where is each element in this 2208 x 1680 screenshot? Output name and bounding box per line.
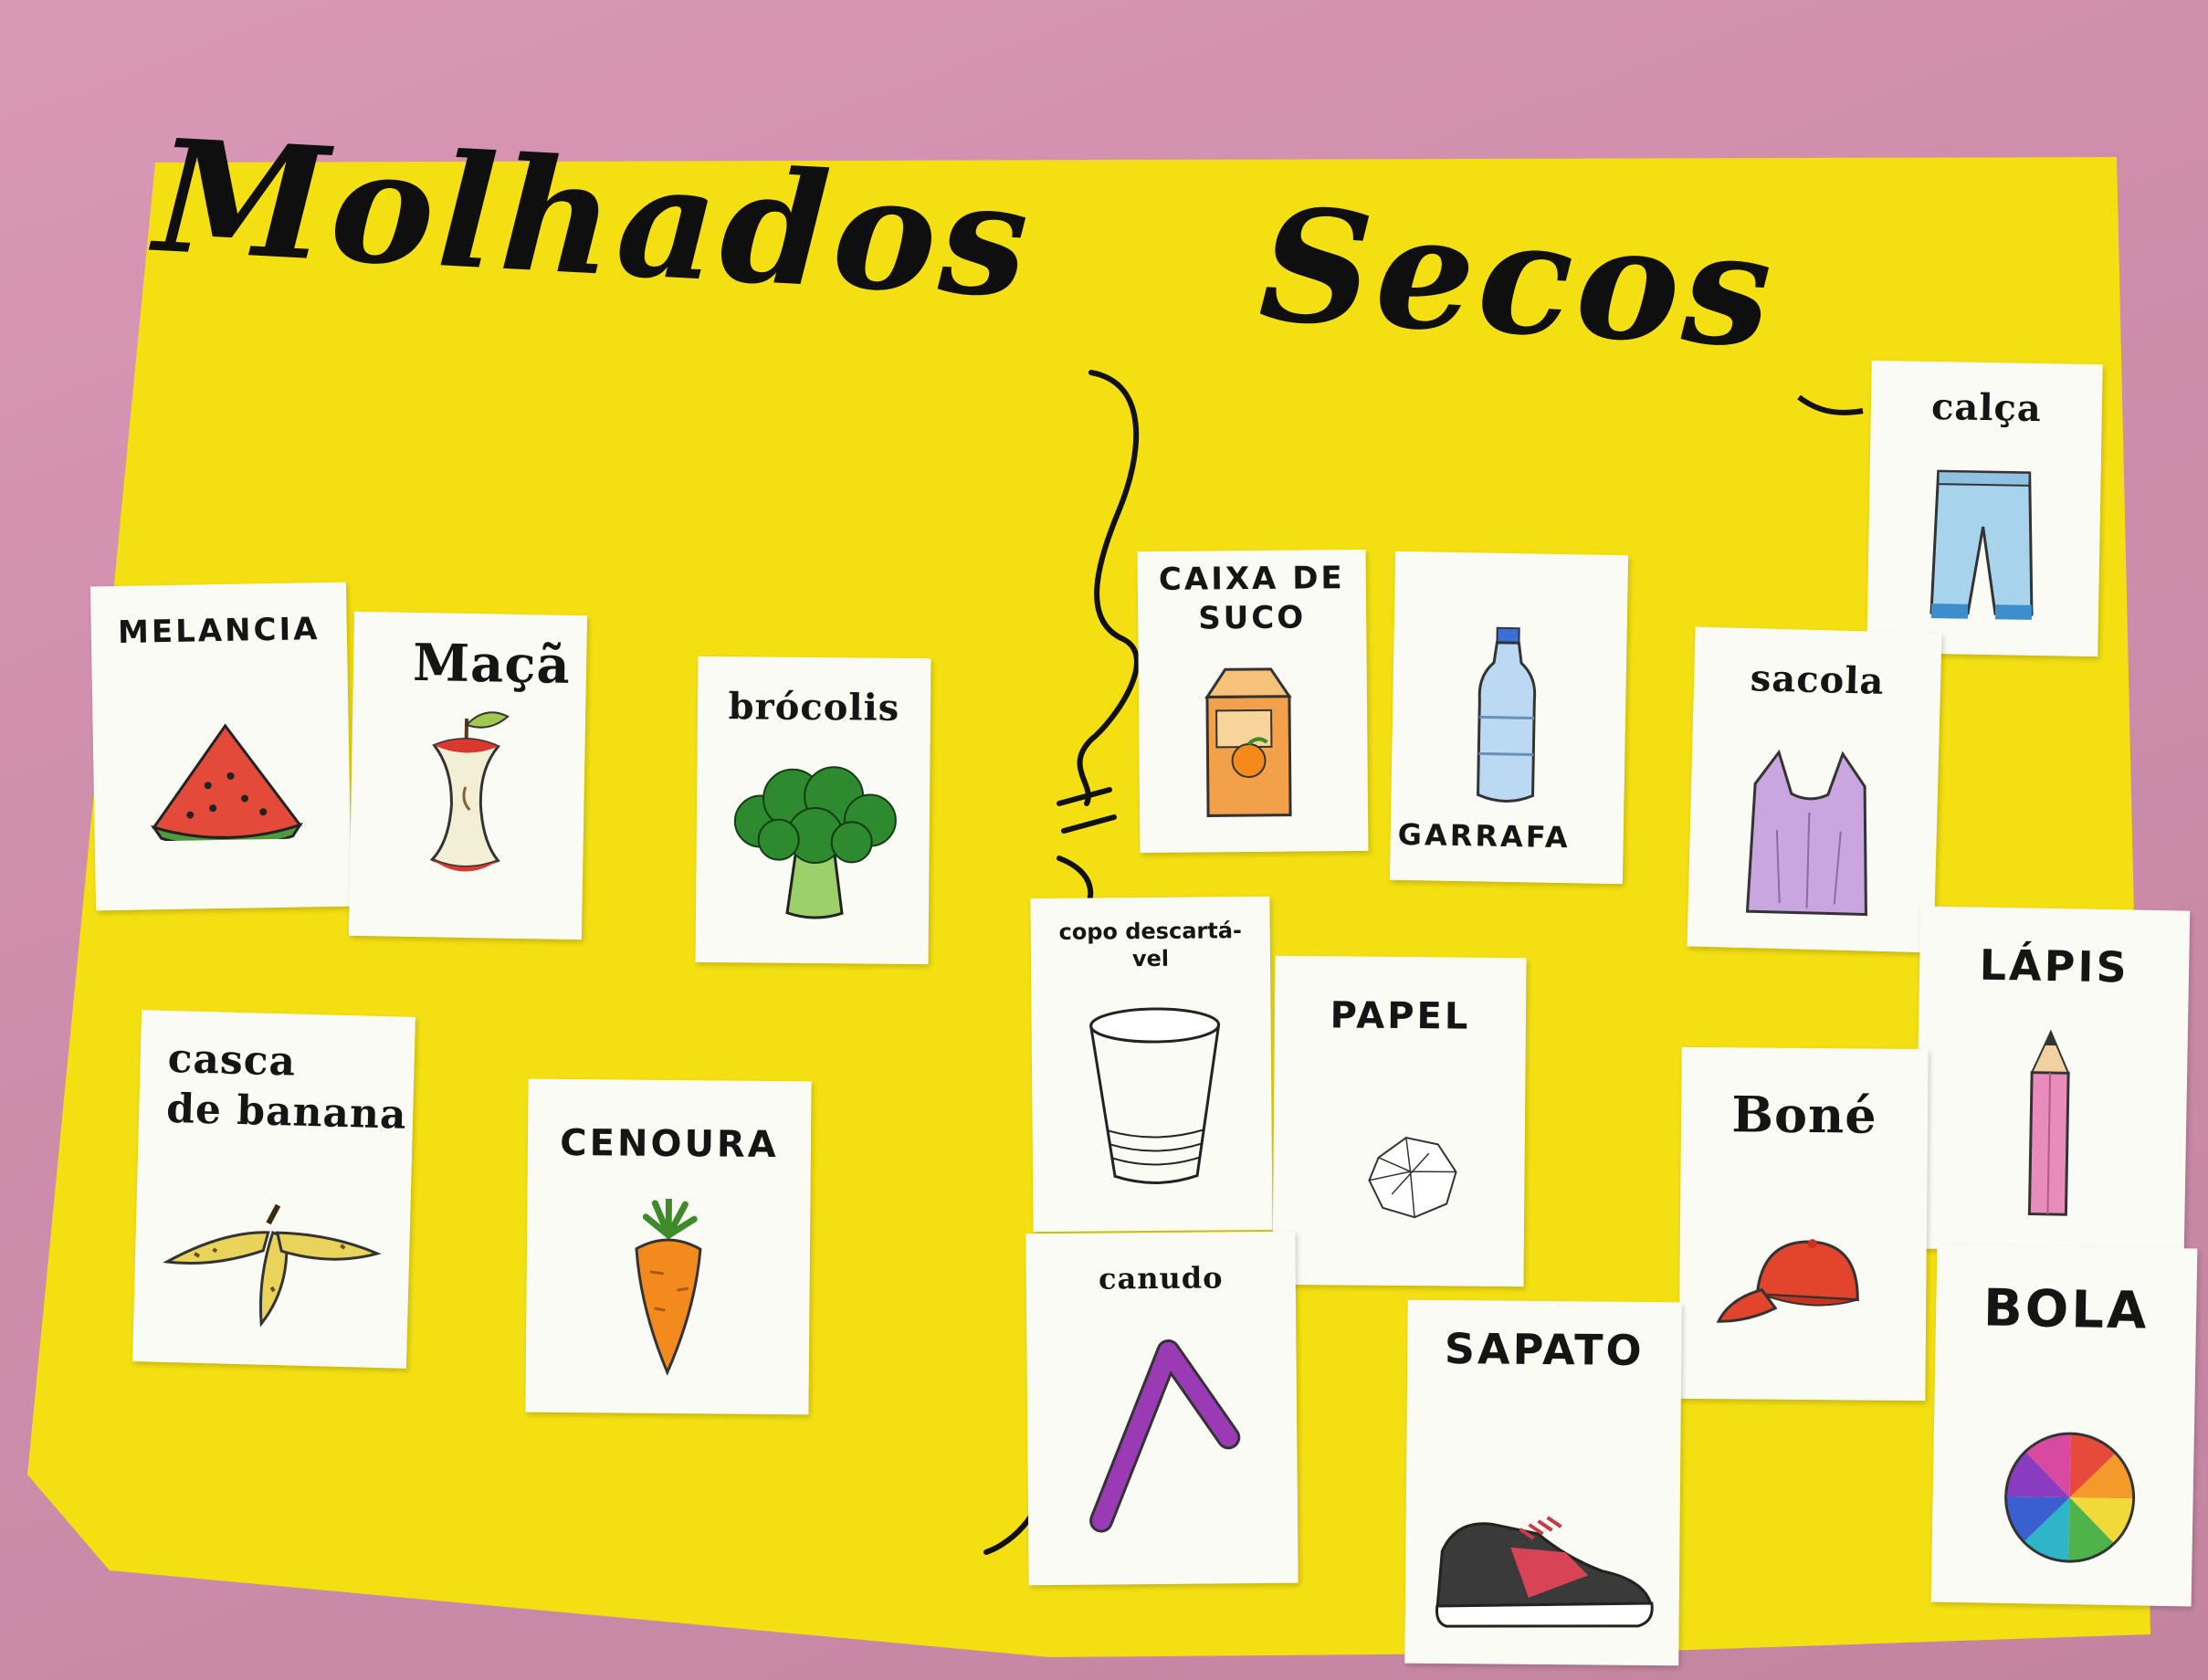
- card-sacola: sacola: [1687, 626, 1942, 953]
- card-casca-banana: casca de banana: [132, 1010, 415, 1369]
- watermelon-slice-icon: [150, 723, 304, 842]
- card-bone: Boné: [1678, 1046, 1929, 1402]
- card-cenoura: CENOURA: [525, 1078, 812, 1415]
- card-label: casca de banana: [165, 1034, 408, 1139]
- card-canudo: canudo: [1025, 1231, 1299, 1586]
- title-secos: Secos: [1256, 173, 1780, 383]
- card-label: canudo: [1098, 1260, 1224, 1297]
- sneaker-icon: [1435, 1516, 1654, 1628]
- card-papel: PAPEL: [1272, 955, 1527, 1287]
- plastic-bag-icon: [1745, 749, 1867, 917]
- card-garrafa: GARRAFA: [1389, 551, 1629, 885]
- card-label: copo descartá- vel: [1058, 918, 1243, 972]
- card-label: PAPEL: [1330, 994, 1471, 1038]
- cap-icon: [1716, 1239, 1859, 1323]
- card-label: brócolis: [728, 685, 900, 730]
- juice-box-icon: [1204, 667, 1292, 817]
- card-label: LÁPIS: [1979, 940, 2130, 992]
- card-maca: Maçã: [348, 611, 588, 940]
- card-melancia: MELANCIA: [89, 582, 352, 911]
- card-label: Boné: [1731, 1085, 1877, 1145]
- banana-peel-icon: [163, 1203, 382, 1328]
- card-calca: calça: [1866, 360, 2103, 657]
- card-sapato: SAPATO: [1404, 1299, 1682, 1666]
- pencil-icon: [2027, 1029, 2070, 1216]
- jeans-icon: [1929, 469, 2034, 620]
- card-label: CENOURA: [560, 1121, 779, 1167]
- card-bola: BOLA: [1930, 1244, 2198, 1607]
- card-label: SAPATO: [1444, 1324, 1645, 1375]
- card-label: MELANCIA: [117, 611, 321, 651]
- straw-icon: [1089, 1339, 1241, 1533]
- card-label: Maçã: [412, 632, 572, 696]
- broccoli-icon: [733, 766, 897, 919]
- plastic-bottle-icon: [1477, 626, 1537, 803]
- card-lapis: LÁPIS: [1914, 906, 2191, 1254]
- card-label: sacola: [1750, 656, 1886, 703]
- card-copo: copo descartá- vel: [1030, 896, 1273, 1233]
- carrot-icon: [635, 1198, 702, 1376]
- card-caixa-suco: CAIXA DE SUCO: [1137, 549, 1369, 854]
- disposable-cup-icon: [1089, 1007, 1221, 1184]
- card-label: calça: [1930, 384, 2043, 431]
- crumpled-paper-icon: [1368, 1136, 1457, 1219]
- ball-icon: [2004, 1432, 2136, 1563]
- apple-core-icon: [429, 711, 510, 872]
- card-label: CAIXA DE SUCO: [1158, 560, 1345, 637]
- card-label: BOLA: [1982, 1278, 2150, 1341]
- card-label: GARRAFA: [1397, 816, 1572, 856]
- card-brocolis: brócolis: [695, 656, 931, 965]
